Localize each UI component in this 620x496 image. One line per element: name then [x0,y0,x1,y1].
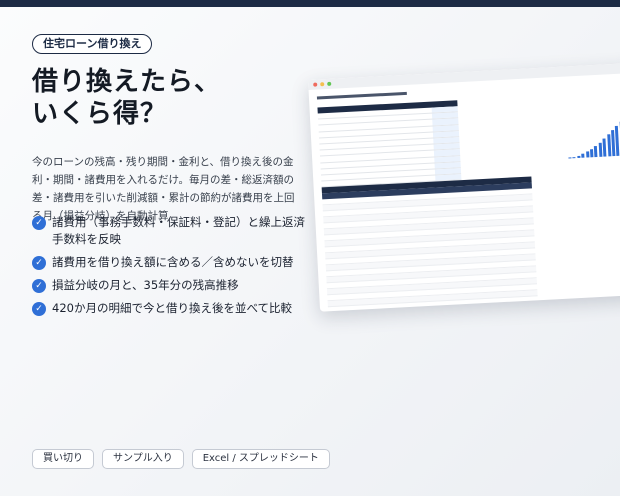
category-badge: 住宅ローン借り換え [32,34,153,54]
feature-text: 損益分岐の月と、35年分の残高推移 [52,278,239,292]
check-circle-icon: ✓ [32,302,46,316]
savings-bar-chart-preview [519,81,620,167]
chart-bar [589,148,594,158]
check-circle-icon: ✓ [32,279,46,293]
spreadsheet-preview [308,62,620,312]
maximize-dot-icon [327,81,332,86]
chart-bar [585,151,590,158]
tag-row: 買い切り サンプル入り Excel / スプレッドシート [32,449,330,469]
chart-bar [581,153,585,158]
tag-one-time-purchase: 買い切り [32,449,94,469]
chart-bar [606,134,611,157]
monthly-schedule-table-preview [321,176,538,312]
chart-bar [594,145,598,158]
chart-bar [602,138,607,157]
feature-item: ✓ 420か月の明細で今と借り換え後を並べて比較 [32,300,312,317]
chart-bar [572,157,576,159]
tag-sample-included: サンプル入り [102,449,184,469]
close-dot-icon [313,82,318,87]
input-panel [317,100,462,188]
feature-list: ✓ 諸費用（事務手数料・保証料・登記）と繰上返済手数料を反映 ✓ 諸費用を借り換え額… [32,214,312,323]
check-circle-icon: ✓ [32,256,46,270]
top-accent-bar [0,0,620,7]
chart-bar [598,142,603,157]
minimize-dot-icon [320,82,325,87]
chart-bar [577,155,581,159]
chart-bar [568,157,572,159]
sheet-title-block [316,89,407,100]
headline-line-1: 借り換えたら、 [32,67,222,97]
feature-item: ✓ 諸費用（事務手数料・保証料・登記）と繰上返済手数料を反映 [32,214,312,248]
feature-item: ✓ 諸費用を借り換え額に含める／含めないを切替 [32,254,312,271]
feature-text: 420か月の明細で今と借り換え後を並べて比較 [52,301,292,315]
headline-line-2: いくら得？ [32,99,168,129]
feature-text: 諸費用（事務手数料・保証料・登記）と繰上返済手数料を反映 [52,215,305,246]
tag-excel-spreadsheet: Excel / スプレッドシート [191,449,330,469]
check-circle-icon: ✓ [32,216,46,230]
feature-text: 諸費用を借り換え額に含める／含めないを切替 [52,255,294,269]
page-headline: 借り換えたら、 いくら得？ [32,66,221,130]
feature-item: ✓ 損益分岐の月と、35年分の残高推移 [32,277,312,294]
